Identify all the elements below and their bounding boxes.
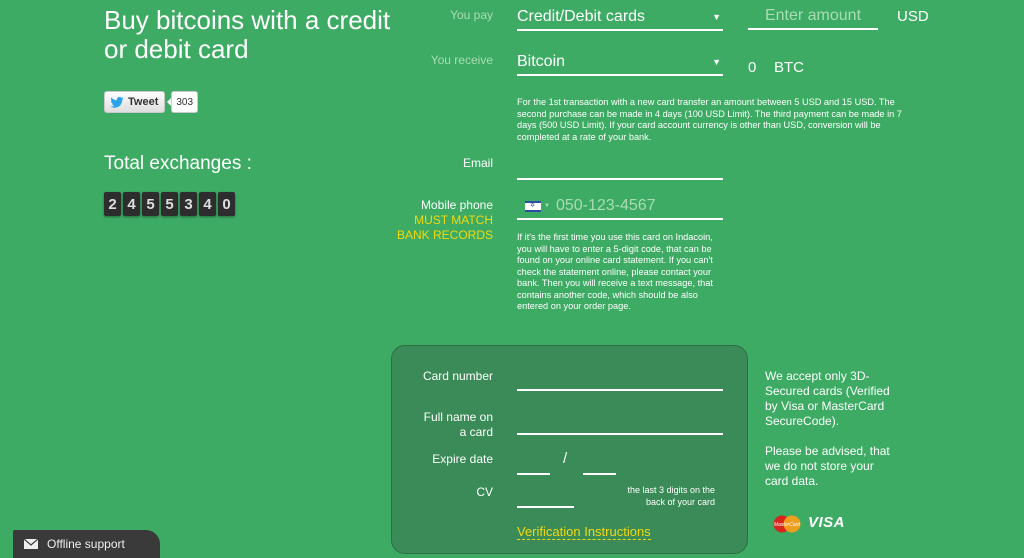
cv-hint: the last 3 digits on the back of your ca… (600, 484, 715, 508)
offline-support-label: Offline support (47, 537, 125, 551)
phone-field[interactable]: ▼ (517, 194, 723, 220)
counter-digit: 4 (123, 192, 140, 216)
expire-separator: / (563, 450, 568, 467)
cv-hint-line-1: the last 3 digits on the (627, 485, 715, 495)
card-number-label: Card number (422, 369, 493, 383)
counter-digit: 3 (180, 192, 197, 216)
card-number-input[interactable] (517, 371, 723, 391)
receive-currency-value: Bitcoin (517, 53, 566, 70)
security-info: We accept only 3D-Secured cards (Verifie… (765, 369, 895, 489)
country-picker[interactable]: ▼ (525, 200, 550, 212)
chevron-down-icon: ▼ (712, 12, 721, 22)
chevron-down-icon: ▼ (544, 203, 550, 209)
receive-amount: 0 (748, 59, 757, 76)
tweet-widget: Tweet 303 (104, 91, 199, 113)
secure-cards-text: We accept only 3D-Secured cards (Verifie… (765, 369, 890, 428)
must-match-warning: MUST MATCH (414, 213, 493, 227)
twitter-bird-icon (110, 96, 124, 108)
you-pay-label: You pay (450, 8, 493, 22)
bank-records-warning: BANK RECORDS (396, 228, 493, 242)
expire-month-input[interactable] (517, 456, 550, 475)
tweet-count[interactable]: 303 (167, 91, 199, 113)
tweet-label: Tweet (128, 96, 159, 108)
counter-digit: 2 (104, 192, 121, 216)
expire-date-label: Expire date (432, 452, 493, 466)
transaction-limits-notice: For the 1st transaction with a new card … (517, 97, 902, 142)
chevron-down-icon: ▼ (712, 57, 721, 67)
amount-currency: USD (897, 8, 929, 25)
counter-digit: 4 (199, 192, 216, 216)
exchange-counter: 2 4 5 5 3 4 0 (104, 192, 235, 216)
expire-year-input[interactable] (583, 456, 616, 475)
israel-flag-icon (525, 200, 541, 212)
cv-input[interactable] (517, 489, 574, 508)
counter-digit: 0 (218, 192, 235, 216)
receive-currency-select[interactable]: Bitcoin ▼ (517, 50, 723, 76)
pay-method-value: Credit/Debit cards (517, 8, 646, 25)
receive-currency: BTC (774, 59, 804, 76)
counter-digit: 5 (142, 192, 159, 216)
pay-method-select[interactable]: Credit/Debit cards ▼ (517, 5, 723, 31)
cv-label: CV (476, 485, 493, 499)
email-field[interactable] (517, 158, 723, 180)
mastercard-text: MasterCard (774, 522, 800, 528)
visa-logo-icon: VISA (808, 514, 846, 531)
full-name-label-line-1: Full name on (423, 410, 493, 424)
phone-input[interactable] (555, 197, 716, 215)
counter-digit: 5 (161, 192, 178, 216)
full-name-label: Full name on a card (393, 410, 493, 440)
verification-instructions-link[interactable]: Verification Instructions (517, 524, 651, 540)
email-label: Email (462, 156, 493, 170)
full-name-label-line-2: a card (459, 425, 493, 439)
mastercard-logo-icon: MasterCard (772, 515, 802, 533)
you-receive-label: You receive (430, 53, 493, 67)
offline-support-button[interactable]: Offline support (13, 530, 160, 558)
cv-hint-line-2: back of your card (645, 497, 715, 507)
total-exchanges-label: Total exchanges : (104, 153, 252, 174)
verification-code-notice: If it's the first time you use this card… (517, 232, 713, 311)
envelope-icon (24, 539, 38, 549)
privacy-text: Please be advised, that we do not store … (765, 444, 890, 488)
amount-input[interactable] (748, 4, 878, 30)
mobile-phone-label: Mobile phone (420, 198, 493, 212)
cardholder-name-input[interactable] (517, 415, 723, 435)
tweet-button[interactable]: Tweet (104, 91, 166, 113)
page-title: Buy bitcoins with a credit or debit card (104, 5, 391, 64)
